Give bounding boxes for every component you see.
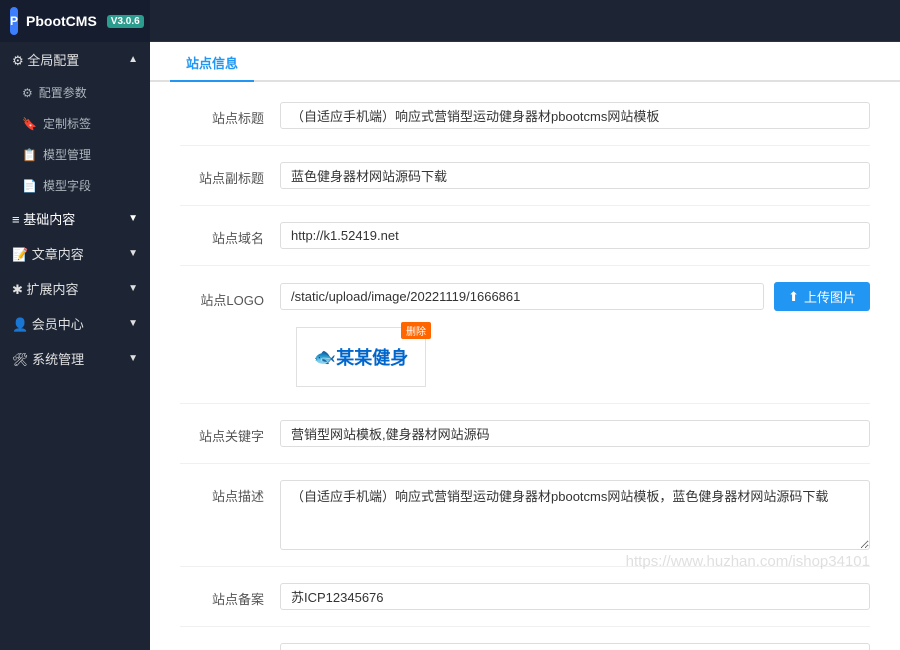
content-area: 站点信息 站点标题 站点副标题 站点域名 站点LOGO: [150, 42, 900, 650]
sidebar-section-kuozhan-label: ✱ 扩展内容: [12, 279, 79, 298]
template-input[interactable]: [280, 643, 870, 650]
chevron-down-icon: ▼: [128, 213, 138, 224]
sidebar: P PbootCMS V3.0.6 ☰ ⚙ 全局配置 ▲ ⚙ 配置参数 🔖 定制…: [0, 0, 150, 650]
sidebar-section-xitong[interactable]: 🛠 系统管理 ▼: [0, 341, 150, 376]
form-row-domain: 站点域名: [180, 222, 870, 266]
description-textarea[interactable]: [280, 480, 870, 550]
logo-preview-text: 某某健身: [336, 344, 408, 370]
form-row-subtitle: 站点副标题: [180, 162, 870, 206]
domain-input[interactable]: [280, 222, 870, 249]
title-label: 站点标题: [180, 102, 280, 127]
sidebar-item-ziduan[interactable]: 📄 模型字段: [0, 170, 150, 201]
logo-preview-img: 🐟 某某健身: [301, 332, 421, 382]
topbar: [150, 0, 900, 42]
tab-bar: 站点信息: [150, 42, 900, 82]
tab-site-info[interactable]: 站点信息: [170, 45, 254, 82]
form-row-description: 站点描述: [180, 480, 870, 567]
chevron-down-icon4: ▼: [128, 318, 138, 329]
settings-icon: ⚙: [22, 86, 33, 100]
model-icon: 📋: [22, 148, 37, 162]
sidebar-section-quanju-label: ⚙ 全局配置: [12, 50, 79, 69]
template-label: 站点模板: [180, 643, 280, 650]
sidebar-item-peizhi[interactable]: ⚙ 配置参数: [0, 77, 150, 108]
logo-preview-wrapper: 🐟 某某健身 删除: [296, 327, 426, 387]
sidebar-item-moxing-label: 模型管理: [43, 146, 91, 163]
sidebar-section-huiyuan-label: 👤 会员中心: [12, 314, 84, 333]
logo-row: ⬆ 上传图片: [280, 282, 870, 311]
domain-label: 站点域名: [180, 222, 280, 247]
logo-preview-box: 🐟 某某健身 删除: [296, 327, 426, 387]
upload-icon: ⬆: [788, 289, 799, 305]
keywords-label: 站点关键字: [180, 420, 280, 445]
logo-delete-badge[interactable]: 删除: [401, 322, 431, 339]
form-row-logo: 站点LOGO ⬆ 上传图片 🐟 某某健身: [180, 282, 870, 404]
sidebar-section-jichu-label: ≡ 基础内容: [12, 209, 75, 228]
chevron-down-icon5: ▼: [128, 353, 138, 364]
main-content: 站点信息 站点标题 站点副标题 站点域名 站点LOGO: [150, 0, 900, 650]
sidebar-section-jichu[interactable]: ≡ 基础内容 ▼: [0, 201, 150, 236]
chevron-up-icon: ▲: [128, 54, 138, 65]
form-row-template: 站点模板: [180, 643, 870, 650]
subtitle-input[interactable]: [280, 162, 870, 189]
sidebar-section-kuozhan[interactable]: ✱ 扩展内容 ▼: [0, 271, 150, 306]
sidebar-header: P PbootCMS V3.0.6 ☰: [0, 0, 150, 42]
sidebar-item-biaoqian[interactable]: 🔖 定制标签: [0, 108, 150, 139]
form-row-keywords: 站点关键字: [180, 420, 870, 464]
sidebar-section-xitong-label: 🛠 系统管理: [12, 349, 84, 368]
sidebar-section-wenzhan[interactable]: 📝 文章内容 ▼: [0, 236, 150, 271]
form-row-title: 站点标题: [180, 102, 870, 146]
sidebar-section-quanju[interactable]: ⚙ 全局配置 ▲: [0, 42, 150, 77]
beian-input[interactable]: [280, 583, 870, 610]
beian-label: 站点备案: [180, 583, 280, 608]
logo-label: 站点LOGO: [180, 284, 280, 309]
logo-path-input[interactable]: [280, 283, 764, 310]
sidebar-item-ziduan-label: 模型字段: [43, 177, 91, 194]
sidebar-item-moxing[interactable]: 📋 模型管理: [0, 139, 150, 170]
title-input[interactable]: [280, 102, 870, 129]
description-label: 站点描述: [180, 480, 280, 505]
upload-btn-label: 上传图片: [804, 287, 856, 306]
form-row-beian: 站点备案: [180, 583, 870, 627]
logo-icon: P: [10, 7, 18, 35]
field-icon: 📄: [22, 179, 37, 193]
chevron-down-icon3: ▼: [128, 283, 138, 294]
form-container: 站点标题 站点副标题 站点域名 站点LOGO: [150, 82, 900, 650]
subtitle-label: 站点副标题: [180, 162, 280, 187]
sidebar-section-huiyuan[interactable]: 👤 会员中心 ▼: [0, 306, 150, 341]
version-badge: V3.0.6: [107, 15, 144, 28]
sidebar-item-biaoqian-label: 定制标签: [43, 115, 91, 132]
tag-icon: 🔖: [22, 117, 37, 131]
sidebar-section-wenzhan-label: 📝 文章内容: [12, 244, 84, 263]
upload-logo-button[interactable]: ⬆ 上传图片: [774, 282, 870, 311]
sidebar-item-peizhi-label: 配置参数: [39, 84, 87, 101]
keywords-input[interactable]: [280, 420, 870, 447]
app-title: PbootCMS: [26, 13, 97, 29]
chevron-down-icon2: ▼: [128, 248, 138, 259]
logo-fish-icon: 🐟: [314, 347, 336, 368]
